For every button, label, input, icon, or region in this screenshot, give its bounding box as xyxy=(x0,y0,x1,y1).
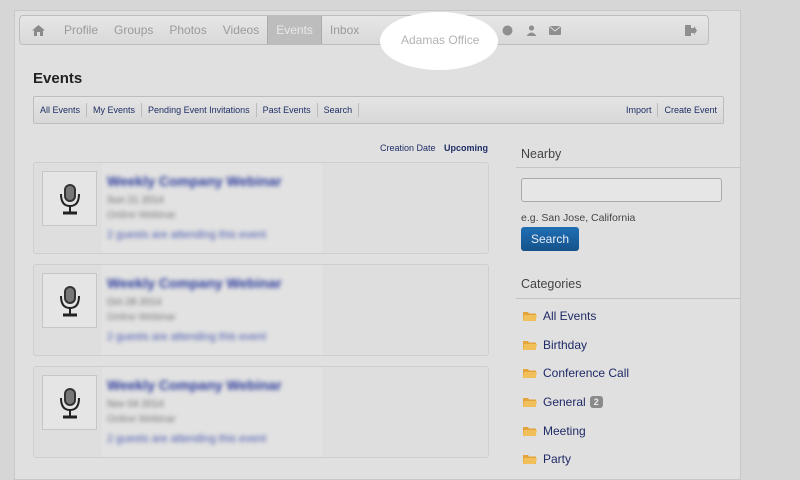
event-type: Online Webinar xyxy=(107,414,176,425)
nav-videos[interactable]: Videos xyxy=(215,16,267,44)
search-button[interactable]: Search xyxy=(521,227,579,251)
event-title[interactable]: Weekly Company Webinar xyxy=(107,173,282,189)
category-item[interactable]: Birthday xyxy=(523,338,587,352)
nav-inbox[interactable]: Inbox xyxy=(322,16,367,44)
user-icon[interactable] xyxy=(519,16,543,44)
nav-photos[interactable]: Photos xyxy=(161,16,214,44)
microphone-icon[interactable] xyxy=(42,171,97,226)
event-date: Nov 04 2014 xyxy=(107,399,164,410)
event-type: Online Webinar xyxy=(107,210,176,221)
category-item[interactable]: General 2 xyxy=(523,395,603,409)
event-date: Oct 28 2014 xyxy=(107,297,162,308)
page-title: Events xyxy=(33,70,83,87)
location-input[interactable] xyxy=(521,178,722,202)
folder-icon xyxy=(523,398,537,407)
event-attendance[interactable]: 2 guests are attending this event xyxy=(107,433,266,445)
categories-heading: Categories xyxy=(521,277,582,291)
sort-upcoming[interactable]: Upcoming xyxy=(444,143,488,153)
home-icon[interactable] xyxy=(20,16,56,44)
event-type: Online Webinar xyxy=(107,312,176,323)
logout-icon[interactable] xyxy=(674,16,708,44)
folder-icon xyxy=(523,341,537,350)
category-item[interactable]: Party xyxy=(523,452,571,466)
nav-office[interactable]: Adamas Office xyxy=(401,33,479,47)
event-date: Sun 21 2014 xyxy=(107,195,164,206)
top-navbar: Profile Groups Photos Videos Events Inbo… xyxy=(19,15,709,45)
event-title[interactable]: Weekly Company Webinar xyxy=(107,377,282,393)
folder-icon xyxy=(523,369,537,378)
nav-profile[interactable]: Profile xyxy=(56,16,106,44)
category-count-badge: 2 xyxy=(589,396,603,408)
mail-icon[interactable] xyxy=(543,16,567,44)
globe-icon[interactable] xyxy=(495,16,519,44)
category-label[interactable]: All Events xyxy=(543,309,596,323)
microphone-icon[interactable] xyxy=(42,375,97,430)
subnav-pending-invitations[interactable]: Pending Event Invitations xyxy=(142,103,257,117)
divider xyxy=(516,167,740,168)
event-card: Weekly Company Webinar Nov 04 2014 Onlin… xyxy=(33,366,489,458)
event-attendance[interactable]: 2 guests are attending this event xyxy=(107,229,266,241)
folder-icon xyxy=(523,427,537,436)
subnav-all-events[interactable]: All Events xyxy=(34,103,88,117)
sort-options: Creation Date Upcoming xyxy=(380,143,488,153)
category-item[interactable]: Meeting xyxy=(523,424,586,438)
event-card: Weekly Company Webinar Oct 28 2014 Onlin… xyxy=(33,264,489,356)
subnav-import[interactable]: Import xyxy=(620,103,659,117)
category-label[interactable]: Party xyxy=(543,452,571,466)
location-hint: e.g. San Jose, California xyxy=(521,212,636,224)
category-label[interactable]: Conference Call xyxy=(543,366,629,380)
folder-icon xyxy=(523,455,537,464)
category-label[interactable]: Birthday xyxy=(543,338,587,352)
event-attendance[interactable]: 2 guests are attending this event xyxy=(107,331,266,343)
folder-icon xyxy=(523,312,537,321)
category-item[interactable]: Conference Call xyxy=(523,366,629,380)
sort-creation-date[interactable]: Creation Date xyxy=(380,143,436,153)
subnav-my-events[interactable]: My Events xyxy=(87,103,143,117)
category-item[interactable]: All Events xyxy=(523,309,596,323)
divider xyxy=(516,298,740,299)
microphone-icon[interactable] xyxy=(42,273,97,328)
category-label[interactable]: General xyxy=(543,395,586,409)
subnav-past-events[interactable]: Past Events xyxy=(257,103,318,117)
category-label[interactable]: Meeting xyxy=(543,424,586,438)
event-title[interactable]: Weekly Company Webinar xyxy=(107,275,282,291)
nearby-heading: Nearby xyxy=(521,147,562,161)
subnav-search[interactable]: Search xyxy=(318,103,360,117)
events-toolbar: All Events My Events Pending Event Invit… xyxy=(33,96,724,124)
nav-groups[interactable]: Groups xyxy=(106,16,161,44)
event-card: Weekly Company Webinar Sun 21 2014 Onlin… xyxy=(33,162,489,254)
nav-events[interactable]: Events xyxy=(267,16,322,44)
subnav-create-event[interactable]: Create Event xyxy=(658,103,723,117)
